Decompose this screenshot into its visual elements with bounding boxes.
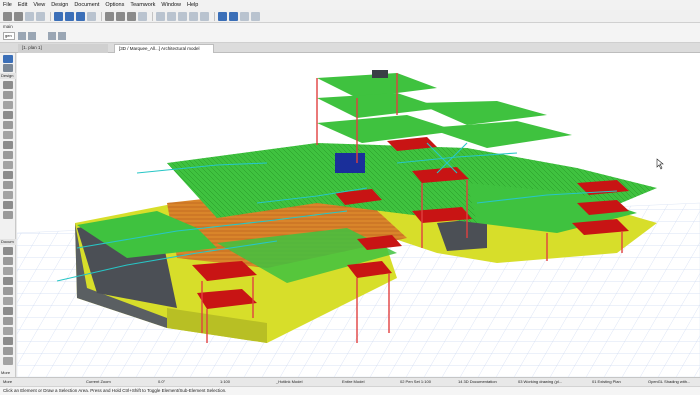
render-engine-select[interactable]: OpenGL Shading with... xyxy=(648,379,690,386)
rooftop-plant-box xyxy=(372,70,388,78)
slab-tool-icon[interactable] xyxy=(3,131,13,139)
fill-tool-icon[interactable] xyxy=(3,287,13,295)
mirror-icon[interactable] xyxy=(178,11,187,21)
render-icon[interactable] xyxy=(251,11,260,21)
spline-tool-icon[interactable] xyxy=(3,327,13,335)
window-tool-icon[interactable] xyxy=(3,101,13,109)
beam-tool-icon[interactable] xyxy=(3,121,13,129)
column-tool-icon[interactable] xyxy=(3,111,13,119)
orientation-angle[interactable]: 0.0° xyxy=(158,379,165,386)
document-header: Docum xyxy=(0,239,16,245)
pointer-icon[interactable] xyxy=(58,32,66,40)
orbit-icon[interactable] xyxy=(105,11,114,21)
morph-tool-icon[interactable] xyxy=(3,191,13,199)
quick-options-bar: More Current Zoom 0.0° 1:100 _Hotlink Mo… xyxy=(0,377,700,386)
menu-design[interactable]: Design xyxy=(51,2,68,8)
text-tool-icon[interactable] xyxy=(3,267,13,275)
model-view-select[interactable]: Entire Model xyxy=(342,379,364,386)
wall-tool-icon[interactable] xyxy=(3,81,13,89)
menu-window[interactable]: Window xyxy=(161,2,181,8)
menu-bar: File Edit View Design Document Options T… xyxy=(0,0,700,10)
menu-document[interactable]: Document xyxy=(74,2,99,8)
layer-combination-select[interactable]: _Hotlink Model xyxy=(276,379,302,386)
cursor-icon xyxy=(656,158,664,170)
level-dimension-tool-icon[interactable] xyxy=(3,257,13,265)
fit-in-window-icon[interactable] xyxy=(36,11,45,21)
current-zoom-select[interactable]: Current Zoom xyxy=(86,379,111,386)
door-tool-icon[interactable] xyxy=(3,91,13,99)
toolbar-divider xyxy=(214,11,215,21)
geometry-method-select[interactable]: gen xyxy=(3,32,15,40)
curtain-wall-tool-icon[interactable] xyxy=(3,181,13,189)
menu-teamwork[interactable]: Teamwork xyxy=(130,2,155,8)
toolbar-divider xyxy=(152,11,153,21)
open-icon[interactable] xyxy=(25,11,34,21)
walk-icon[interactable] xyxy=(138,11,147,21)
undo-icon[interactable] xyxy=(3,11,12,21)
trim-icon[interactable] xyxy=(167,11,176,21)
scale-select[interactable]: 1:100 xyxy=(220,379,230,386)
toolbar-divider xyxy=(101,11,102,21)
pan-icon[interactable] xyxy=(116,11,125,21)
rotate-icon[interactable] xyxy=(189,11,198,21)
elevation-icon[interactable] xyxy=(76,11,85,21)
documentation-set-select[interactable]: 14 3D Documentation xyxy=(458,379,497,386)
menu-edit[interactable]: Edit xyxy=(18,2,27,8)
status-hint-text: Click an Element or Draw a Selection Are… xyxy=(3,388,227,393)
standard-toolbar xyxy=(0,10,700,23)
more-label[interactable]: More xyxy=(3,379,12,386)
blue-stair-core xyxy=(335,153,365,173)
section-icon[interactable] xyxy=(65,11,74,21)
grid-icon[interactable] xyxy=(87,11,96,21)
railing-tool-icon[interactable] xyxy=(3,171,13,179)
guide-lines-icon[interactable] xyxy=(229,11,238,21)
tower-east-slab-2 xyxy=(427,121,572,148)
renovation-filter-select[interactable]: 01 Existing Plan xyxy=(592,379,621,386)
floor-plan-icon[interactable] xyxy=(54,11,63,21)
status-hint-bar: Click an Element or Draw a Selection Are… xyxy=(0,386,700,395)
toolbar-divider xyxy=(50,11,51,21)
zoom-icon[interactable] xyxy=(127,11,136,21)
tab-3d-model[interactable]: [3D / Marquee_All...] Architectural mode… xyxy=(114,44,214,53)
label-tool-icon[interactable] xyxy=(3,277,13,285)
polyline-tool-icon[interactable] xyxy=(3,317,13,325)
zone-tool-icon[interactable] xyxy=(3,211,13,219)
cut-icon[interactable] xyxy=(156,11,165,21)
object-tool-icon[interactable] xyxy=(3,201,13,209)
offset-icon[interactable] xyxy=(200,11,209,21)
pen-set-select[interactable]: 02 Pen Set 1:100 xyxy=(400,379,431,386)
tab-floor-plan[interactable]: [1. plan 1] xyxy=(18,44,108,53)
menu-view[interactable]: View xyxy=(33,2,45,8)
3d-viewport[interactable] xyxy=(17,53,700,377)
layers-icon[interactable] xyxy=(240,11,249,21)
marquee-selection-icon[interactable] xyxy=(28,32,36,40)
menu-file[interactable]: File xyxy=(3,2,12,8)
info-box-label: main xyxy=(3,24,13,29)
arc-tool-icon[interactable] xyxy=(3,307,13,315)
3d-model-render xyxy=(17,70,700,377)
stair-tool-icon[interactable] xyxy=(3,161,13,169)
roof-tool-icon[interactable] xyxy=(3,141,13,149)
toolbox-palette: Design Docum More xyxy=(0,53,16,377)
menu-options[interactable]: Options xyxy=(105,2,124,8)
arrow-tool-icon[interactable] xyxy=(3,55,13,63)
tower-east-slab-1 xyxy=(417,101,547,125)
marquee-tool-icon[interactable] xyxy=(3,64,13,72)
rotate-selection-icon[interactable] xyxy=(48,32,56,40)
redo-icon[interactable] xyxy=(14,11,23,21)
figure-tool-icon[interactable] xyxy=(3,347,13,355)
dimension-tool-icon[interactable] xyxy=(3,247,13,255)
more-tools-link[interactable]: More xyxy=(0,370,16,376)
info-box: main gen xyxy=(0,23,700,43)
section-tool-icon[interactable] xyxy=(3,357,13,365)
hotspot-tool-icon[interactable] xyxy=(3,337,13,345)
line-tool-icon[interactable] xyxy=(3,297,13,305)
shell-tool-icon[interactable] xyxy=(3,151,13,159)
view-tab-bar: [1. plan 1] [3D / Marquee_All...] Archit… xyxy=(0,43,700,53)
drawing-set-select[interactable]: 03 Working drawing (pl... xyxy=(518,379,562,386)
arrow-selection-icon[interactable] xyxy=(18,32,26,40)
design-header: Design xyxy=(0,73,16,79)
menu-help[interactable]: Help xyxy=(187,2,198,8)
snap-grid-icon[interactable] xyxy=(218,11,227,21)
